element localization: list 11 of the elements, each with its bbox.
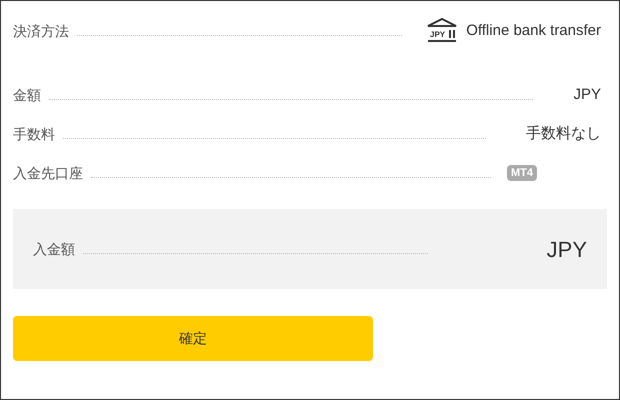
field-label: 金額 — [13, 86, 41, 104]
field-label: 決済方法 — [13, 22, 69, 40]
confirm-button[interactable]: 確定 — [13, 316, 373, 361]
currency-text: JPY — [546, 236, 587, 264]
platform-badge: MT4 — [507, 164, 537, 182]
field-label: 入金先口座 — [13, 164, 83, 182]
field-label: 手数料 — [13, 124, 55, 144]
detail-value: 手数料なし — [526, 124, 601, 144]
detail-value: JPY — [573, 84, 601, 105]
field-label: 入金額 — [33, 240, 75, 258]
payment-method-value: Offline bank transfer — [466, 20, 601, 41]
